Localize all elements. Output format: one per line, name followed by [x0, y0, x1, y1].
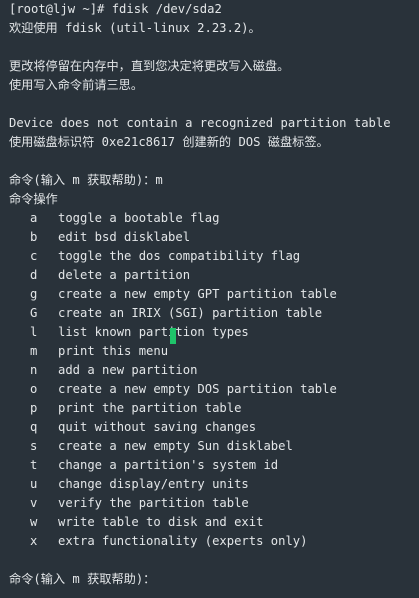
- menu-key: o: [30, 382, 38, 396]
- menu-description: change a partition's system id: [58, 458, 279, 472]
- menu-description: toggle a bootable flag: [58, 211, 220, 225]
- menu-key: u: [30, 477, 38, 491]
- terminal-window[interactable]: [root@ljw ~]# fdisk /dev/sda2 欢迎使用 fdisk…: [0, 0, 419, 598]
- command-prompt-m: 命令(输入 m 获取帮助)：m: [9, 173, 163, 187]
- menu-key: x: [30, 534, 38, 548]
- menu-description: quit without saving changes: [58, 420, 257, 434]
- welcome-message: 欢迎使用 fdisk (util-linux 2.23.2)。: [9, 21, 261, 35]
- write-warning: 使用写入命令前请三思。: [9, 78, 144, 92]
- menu-key: b: [30, 230, 38, 244]
- memory-notice: 更改将停留在内存中，直到您决定将更改写入磁盘。: [9, 59, 290, 73]
- menu-description: extra functionality (experts only): [58, 534, 308, 548]
- final-command-prompt[interactable]: 命令(输入 m 获取帮助)：: [9, 570, 155, 589]
- shell-command-line: [root@ljw ~]# fdisk /dev/sda2: [9, 2, 222, 16]
- menu-key: p: [30, 401, 38, 415]
- menu-key: l: [30, 325, 38, 339]
- menu-key: n: [30, 363, 38, 377]
- menu-description: list known partition types: [58, 325, 249, 339]
- menu-key: G: [30, 306, 38, 320]
- menu-description: toggle the dos compatibility flag: [58, 249, 301, 263]
- menu-key: c: [30, 249, 38, 263]
- menu-description: print the partition table: [58, 401, 242, 415]
- menu-key: w: [30, 515, 38, 529]
- menu-key: q: [30, 420, 38, 434]
- menu-key: m: [30, 344, 38, 358]
- disk-label-message: 使用磁盘标识符 0xe21c8617 创建新的 DOS 磁盘标签。: [9, 135, 329, 149]
- menu-description: create a new empty DOS partition table: [58, 382, 337, 396]
- menu-description: create a new empty GPT partition table: [58, 287, 337, 301]
- menu-key: g: [30, 287, 38, 301]
- menu-key: s: [30, 439, 38, 453]
- menu-description: print this menu: [58, 344, 169, 358]
- menu-key: a: [30, 211, 38, 225]
- menu-description: write table to disk and exit: [58, 515, 264, 529]
- menu-description: create a new empty Sun disklabel: [58, 439, 293, 453]
- menu-description: edit bsd disklabel: [58, 230, 191, 244]
- menu-description: delete a partition: [58, 268, 191, 282]
- menu-key: v: [30, 496, 38, 510]
- terminal-cursor: [170, 328, 176, 344]
- menu-description: create an IRIX (SGI) partition table: [58, 306, 323, 320]
- menu-description: change display/entry units: [58, 477, 249, 491]
- command-actions-header: 命令操作: [9, 192, 58, 206]
- menu-key: t: [30, 458, 38, 472]
- no-partition-table-message: Device does not contain a recognized par…: [9, 116, 391, 130]
- menu-key: d: [30, 268, 38, 282]
- menu-description: add a new partition: [58, 363, 198, 377]
- menu-description: verify the partition table: [58, 496, 249, 510]
